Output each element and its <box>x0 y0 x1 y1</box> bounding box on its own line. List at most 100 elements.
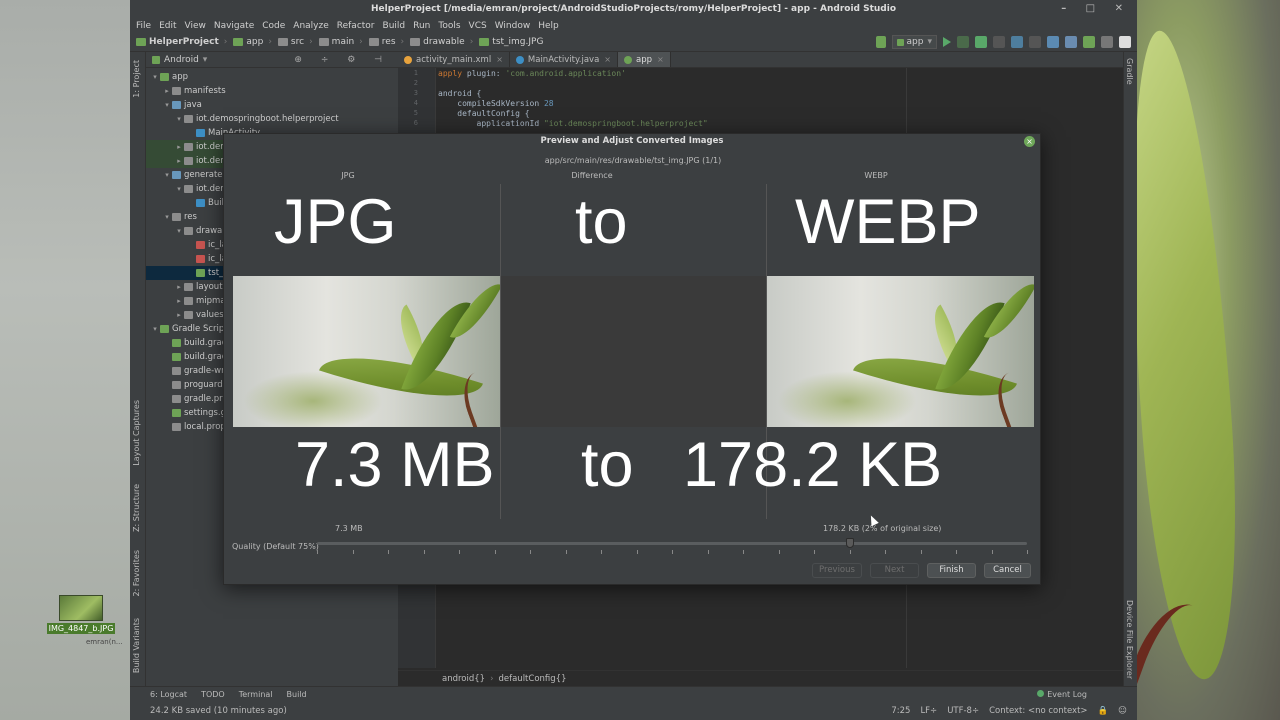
inspector-icon[interactable]: ☺ <box>1118 706 1127 716</box>
context-indicator[interactable]: Context: <no context> <box>989 706 1087 716</box>
file-encoding[interactable]: UTF-8÷ <box>947 706 979 716</box>
expand-arrow-icon[interactable]: ▸ <box>174 140 184 154</box>
line-number: 5 <box>413 109 418 117</box>
run-icon[interactable] <box>943 37 951 47</box>
menu-run[interactable]: Run <box>413 21 430 31</box>
attach-debugger-icon[interactable] <box>1011 36 1023 48</box>
window-controls[interactable]: – □ ✕ <box>1061 0 1131 18</box>
tree-node[interactable]: ▾ iot.demospringboot.helperproject <box>146 112 398 126</box>
layout-captures-tab[interactable]: Layout Captures <box>132 400 141 466</box>
slider-tick <box>672 550 673 554</box>
tree-node[interactable]: ▾ java <box>146 98 398 112</box>
debug-icon[interactable] <box>957 36 969 48</box>
file-type-icon <box>172 381 181 389</box>
desktop-file-icon[interactable]: IMG_4847_b.JPG emran(n... <box>46 595 123 646</box>
logcat-tab[interactable]: 6: Logcat <box>150 690 187 699</box>
menu-vcs[interactable]: VCS <box>469 21 487 31</box>
close-tab-icon[interactable]: × <box>496 55 503 64</box>
breadcrumb-item[interactable]: res › <box>368 37 404 47</box>
file-type-icon <box>172 353 181 361</box>
expand-arrow-icon[interactable]: ▾ <box>162 210 172 224</box>
menu-analyze[interactable]: Analyze <box>293 21 328 31</box>
run-config-select[interactable]: app ▾ <box>891 35 937 49</box>
line-number: 2 <box>413 79 418 87</box>
structure-tab[interactable]: Z: Structure <box>132 484 141 532</box>
terminal-tab[interactable]: Terminal <box>239 690 273 699</box>
menu-window[interactable]: Window <box>495 21 531 31</box>
expand-arrow-icon[interactable]: ▾ <box>150 70 160 84</box>
breadcrumb-item[interactable]: main › <box>318 37 363 47</box>
editor-tab[interactable]: app × <box>618 52 671 67</box>
editor-tab[interactable]: MainActivity.java × <box>510 52 618 67</box>
quality-slider[interactable] <box>317 538 1027 548</box>
breadcrumb-item[interactable]: HelperProject › <box>136 37 227 47</box>
expand-arrow-icon[interactable]: ▸ <box>174 308 184 322</box>
profile-icon[interactable] <box>975 36 987 48</box>
menu-edit[interactable]: Edit <box>159 21 176 31</box>
line-separator[interactable]: LF÷ <box>920 706 937 716</box>
cancel-button[interactable]: Cancel <box>984 563 1031 578</box>
project-tool-tab[interactable]: 1: Project <box>132 60 141 98</box>
expand-arrow-icon[interactable]: ▾ <box>174 224 184 238</box>
panel-actions-icons[interactable]: ⊕ ÷ ⚙ ⊣ <box>294 55 390 65</box>
tree-node[interactable]: ▸ manifests <box>146 84 398 98</box>
menu-refactor[interactable]: Refactor <box>337 21 375 31</box>
event-log-tab[interactable]: Event Log <box>1037 690 1101 699</box>
expand-arrow-icon[interactable]: ▾ <box>162 98 172 112</box>
caret-position[interactable]: 7:25 <box>891 706 910 716</box>
gradle-tab[interactable]: Gradle <box>1125 58 1134 85</box>
close-tab-icon[interactable]: × <box>604 55 611 64</box>
tree-node-label: java <box>184 100 202 110</box>
chevron-down-icon[interactable]: ▾ <box>203 55 208 65</box>
project-view-select[interactable]: Android <box>164 55 199 65</box>
quality-slider-thumb[interactable] <box>845 538 854 548</box>
file-type-icon <box>184 227 193 235</box>
breadcrumb-defaultconfig[interactable]: defaultConfig{} <box>498 674 566 684</box>
avd-manager-icon[interactable] <box>1065 36 1077 48</box>
sync-gradle-icon[interactable] <box>1047 36 1059 48</box>
todo-tab[interactable]: TODO <box>201 690 225 699</box>
expand-arrow-icon[interactable]: ▸ <box>174 280 184 294</box>
breadcrumb-item[interactable]: tst_img.JPG <box>479 37 543 47</box>
expand-arrow-icon[interactable]: ▾ <box>174 112 184 126</box>
hammer-icon[interactable] <box>875 36 886 48</box>
menu-view[interactable]: View <box>185 21 206 31</box>
menu-help[interactable]: Help <box>538 21 559 31</box>
menu-code[interactable]: Code <box>262 21 285 31</box>
device-file-explorer-tab[interactable]: Device File Explorer <box>1125 600 1134 679</box>
breadcrumb-item[interactable]: drawable › <box>410 37 473 47</box>
expand-arrow-icon[interactable]: ▸ <box>174 294 184 308</box>
tree-node-label: manifests <box>184 86 226 96</box>
stop-icon[interactable] <box>1029 36 1041 48</box>
favorites-tab[interactable]: 2: Favorites <box>132 550 141 596</box>
expand-arrow-icon[interactable]: ▸ <box>174 154 184 168</box>
search-everywhere-icon[interactable] <box>1101 36 1113 48</box>
expand-arrow-icon[interactable]: ▾ <box>174 182 184 196</box>
breadcrumb-android[interactable]: android{} <box>442 674 485 684</box>
next-button[interactable]: Next <box>870 563 919 578</box>
menu-file[interactable]: File <box>136 21 151 31</box>
build-tab[interactable]: Build <box>287 690 307 699</box>
menu-navigate[interactable]: Navigate <box>214 21 254 31</box>
line-number: 6 <box>413 119 418 127</box>
close-tab-icon[interactable]: × <box>657 55 664 64</box>
build-variants-tab[interactable]: Build Variants <box>132 618 141 673</box>
menu-tools[interactable]: Tools <box>438 21 460 31</box>
editor-tab[interactable]: activity_main.xml × <box>398 52 510 67</box>
lock-icon[interactable]: 🔒 <box>1098 706 1109 716</box>
expand-arrow-icon[interactable]: ▾ <box>162 168 172 182</box>
previous-button[interactable]: Previous <box>812 563 862 578</box>
apply-changes-icon[interactable] <box>993 36 1005 48</box>
layout-icon[interactable] <box>1119 36 1131 48</box>
breadcrumb-item[interactable]: app › <box>233 37 272 47</box>
slider-tick <box>849 550 851 554</box>
sdk-manager-icon[interactable] <box>1083 36 1095 48</box>
tree-node[interactable]: ▾ app <box>146 70 398 84</box>
menu-build[interactable]: Build <box>383 21 406 31</box>
code-view[interactable]: 1 apply plugin: 'com.android.application'… <box>414 69 708 129</box>
finish-button[interactable]: Finish <box>927 563 976 578</box>
close-icon[interactable]: × <box>1024 136 1035 147</box>
expand-arrow-icon[interactable]: ▸ <box>162 84 172 98</box>
breadcrumb-item[interactable]: src › <box>277 37 313 47</box>
expand-arrow-icon[interactable]: ▾ <box>150 322 160 336</box>
